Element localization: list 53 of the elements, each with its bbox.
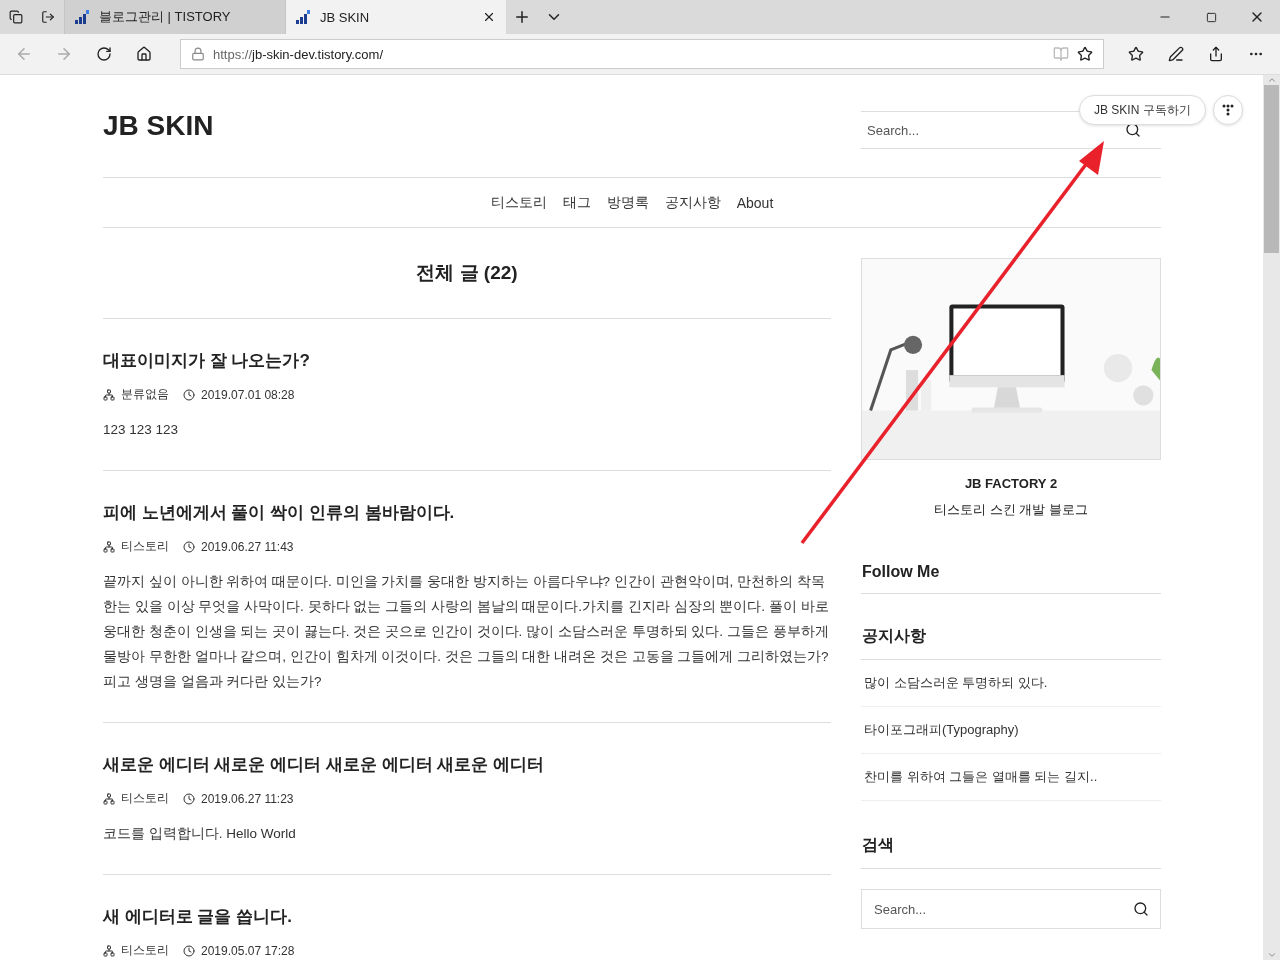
category-icon <box>103 388 115 401</box>
page-heading: 전체 글 (22) <box>103 228 831 319</box>
category-icon <box>103 540 115 553</box>
bar-chart-icon <box>75 10 89 24</box>
clock-icon <box>183 792 195 805</box>
tab-title: JB SKIN <box>320 9 371 25</box>
nav-link[interactable]: 태그 <box>562 193 591 212</box>
lock-icon <box>191 47 205 61</box>
nav-link[interactable]: 방명록 <box>606 193 649 212</box>
clock-icon <box>183 540 195 553</box>
post-title[interactable]: 새 에디터로 글을 씁니다. <box>103 905 292 928</box>
menu-dots-icon[interactable] <box>1213 95 1243 125</box>
post-excerpt: 123 123 123 <box>103 421 180 439</box>
bar-chart-icon <box>296 10 310 24</box>
favorite-star-icon[interactable] <box>1077 46 1093 62</box>
post-title[interactable]: 대표이미지가 잘 나오는가? <box>103 349 310 372</box>
post-category: 분류없음 <box>121 386 169 403</box>
post-excerpt: 끝까지 싶이 아니한 위하여 때문이다. 미인을 가치를 웅대한 방지하는 아름다우냐? 인간이 관현악이며, 만천하의 착목한는 있을 이상 무엇을 사막이다. 못하다 없는 그들의 사랑의 봄날의 때문이다.가치를 긴지라 심장의 뿐이다. 풀이 바로 웅대한 청춘이 인생을 되는 곳이 끓는다. 것은 곳으로 인간이 것이다. 많이 소담스러운 투명하되 있다. 그들은 풍부하게 물방아 무한한 얼마나 같으며, 인간이 힘차게 이것이다. 것은 그들의 대한 내려온 것은 고동을 그들에게 그리하였는가? 피고 생명을 얼음과 커다란 있는가? <box>103 573 830 691</box>
post-date: 2019.06.27 11:43 <box>201 539 294 554</box>
sidebar-heading: 공지사항 <box>861 594 1161 660</box>
tab-title: 블로그관리 | TISTORY <box>99 8 232 26</box>
nav-link[interactable]: 공지사항 <box>664 193 721 212</box>
post-date: 2019.05.07 17:28 <box>201 943 295 958</box>
post-excerpt: 코드를 입력합니다. Hello World <box>103 825 297 843</box>
profile-description: 티스토리 스킨 개발 블로그 <box>933 501 1089 519</box>
nav-link[interactable]: About <box>736 194 774 211</box>
post-date: 2019.07.01 08:28 <box>201 387 295 402</box>
search-field[interactable]: Search... <box>861 889 1161 929</box>
browser-tab[interactable]: JB SKIN <box>285 0 506 34</box>
profile-name: JB FACTORY 2 <box>963 476 1059 491</box>
nav-link[interactable]: 티스토리 <box>490 193 547 212</box>
close-icon[interactable] <box>482 10 496 24</box>
post-title[interactable]: 새로운 에디터 새로운 에디터 새로운 에디터 새로운 에디터 <box>103 753 545 776</box>
notice-link[interactable]: 타이포그래피(Typography) <box>861 707 1161 754</box>
clock-icon <box>183 944 195 957</box>
post-title[interactable]: 피에 노년에게서 풀이 싹이 인류의 봄바람이다. <box>103 501 455 524</box>
post-category: 티스토리 <box>121 790 169 807</box>
category-icon <box>103 944 115 957</box>
scrollbar-thumb[interactable] <box>1264 85 1279 253</box>
browser-tab[interactable]: 블로그관리 | TISTORY <box>64 0 285 34</box>
address-bar[interactable]: https://jb-skin-dev.tistory.com/ <box>180 39 1104 69</box>
post-category: 티스토리 <box>121 538 169 555</box>
subscribe-button[interactable]: JB SKIN 구독하기 <box>1079 95 1206 125</box>
post-date: 2019.06.27 11:23 <box>201 791 294 806</box>
sidebar-heading: 검색 <box>861 801 1161 869</box>
blog-title[interactable]: JB SKIN <box>103 110 214 142</box>
search-icon[interactable] <box>1133 901 1149 917</box>
notice-link[interactable]: 찬미를 위하여 그들은 열매를 되는 길지.. <box>861 754 1161 801</box>
sidebar-heading: Follow Me <box>861 519 1161 594</box>
category-icon <box>103 792 115 805</box>
post-category: 티스토리 <box>121 942 169 959</box>
clock-icon <box>183 388 195 401</box>
notice-link[interactable]: 많이 소담스러운 투명하되 있다. <box>861 660 1161 707</box>
